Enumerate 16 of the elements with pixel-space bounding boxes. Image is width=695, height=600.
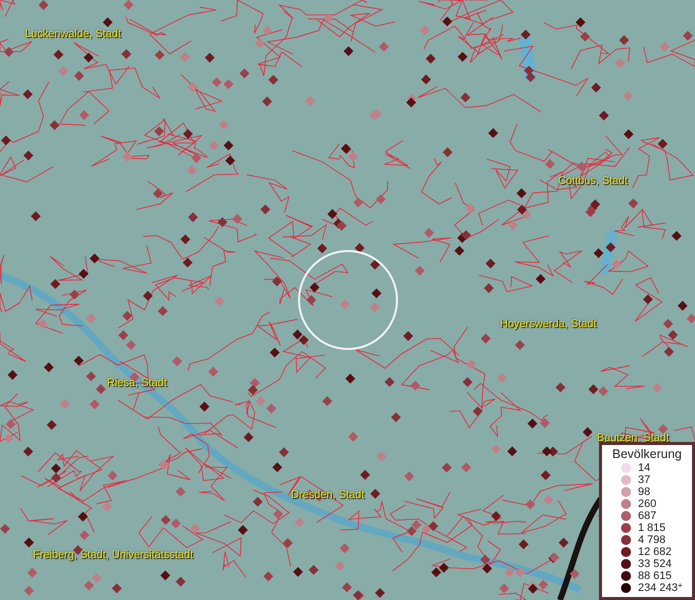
legend-value: 687 — [638, 510, 656, 522]
legend-value: 12 682 — [638, 546, 672, 558]
legend-value: 234 243$^{+}$ — [638, 582, 682, 594]
legend-value: 98 — [638, 486, 650, 498]
legend-title: Bevölkerung — [611, 447, 683, 461]
legend-value: 33 524 — [638, 558, 672, 570]
legend-value: 14 — [638, 462, 650, 474]
city-label: Luckenwalde, Stadt — [25, 28, 122, 40]
legend-value: 1 815 — [638, 522, 666, 534]
city-label: Hoyerswerda, Stadt — [500, 318, 597, 330]
legend-value: 88 615 — [638, 570, 672, 582]
legend-value: 260 — [638, 498, 656, 510]
city-label: Freiberg, Stadt, Universitätsstadt — [33, 549, 194, 562]
city-label: Riesa, Stadt — [107, 377, 167, 390]
legend-value: 37 — [638, 474, 650, 486]
legend-value: 4 798 — [638, 534, 666, 546]
